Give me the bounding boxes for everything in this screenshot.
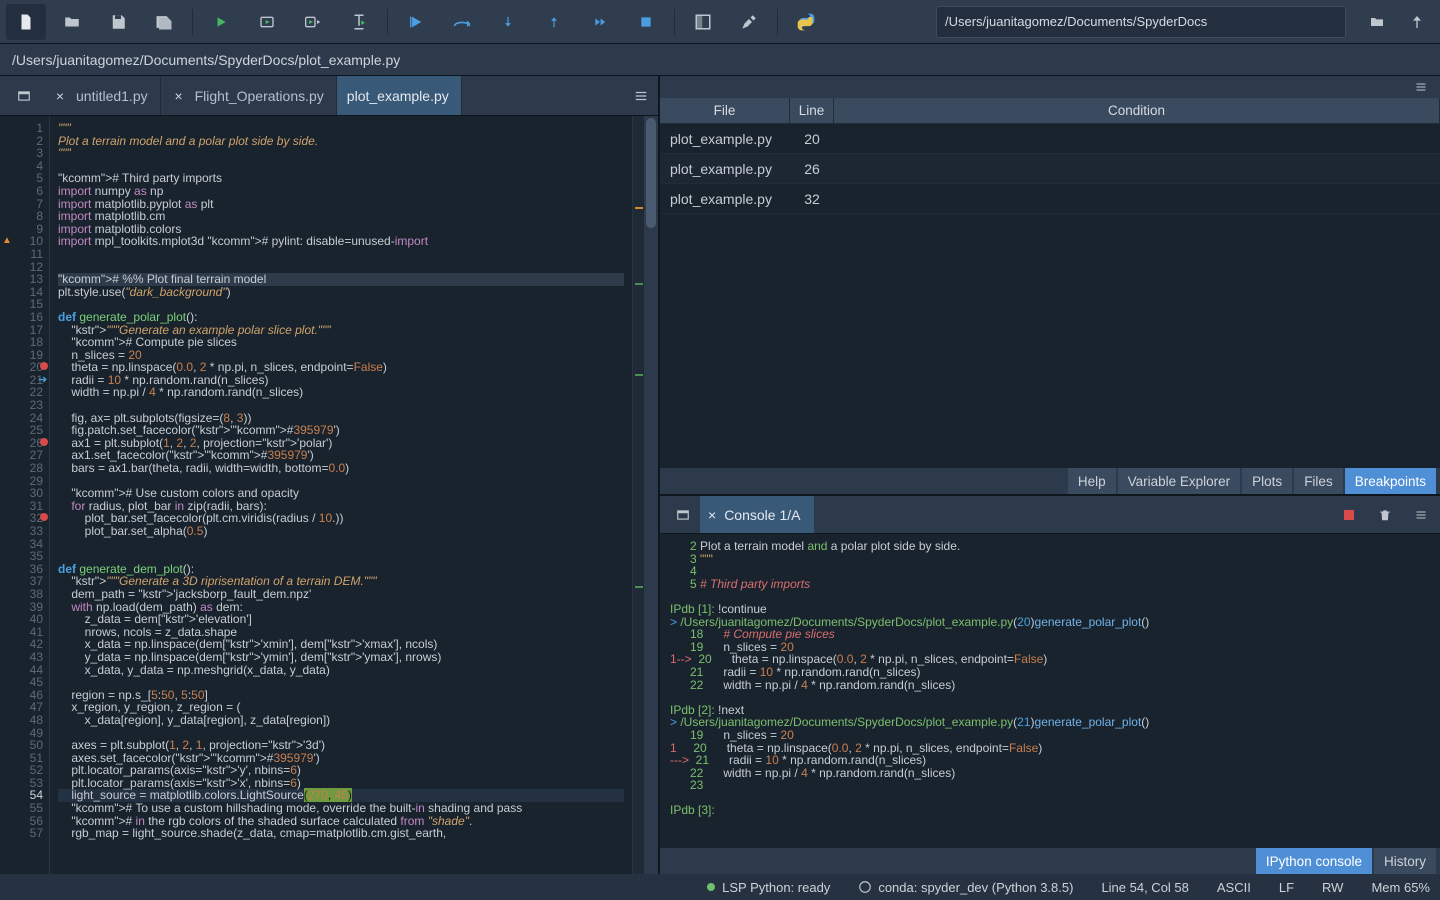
pane-tab[interactable]: Variable Explorer: [1118, 468, 1241, 494]
breakpoints-table: File Line Condition plot_example.py20plo…: [660, 98, 1440, 468]
breakpoints-header: File Line Condition: [660, 98, 1440, 124]
debug-continue-button[interactable]: [580, 4, 620, 40]
python-path-button[interactable]: [786, 4, 826, 40]
bottom-tab[interactable]: IPython console: [1256, 848, 1372, 874]
code-editor[interactable]: 12345678910▲1112131415161718192021➔22232…: [0, 116, 658, 874]
parent-dir-button[interactable]: [1400, 4, 1434, 40]
close-icon[interactable]: ×: [52, 88, 68, 104]
debug-step-over-button[interactable]: [442, 4, 482, 40]
col-condition[interactable]: Condition: [834, 98, 1440, 123]
editor-tablist-icon[interactable]: [6, 76, 42, 115]
layout-button[interactable]: [683, 4, 723, 40]
table-row[interactable]: plot_example.py20: [660, 124, 1440, 154]
console-tabbar: × Console 1/A: [660, 496, 1440, 534]
run-cell-advance-button[interactable]: [293, 4, 333, 40]
status-mem[interactable]: Mem 65%: [1371, 880, 1430, 895]
tab-label: untitled1.py: [76, 88, 148, 104]
console-tab-label: Console 1/A: [724, 507, 800, 523]
status-rw[interactable]: RW: [1322, 880, 1343, 895]
tab-label: Flight_Operations.py: [195, 88, 324, 104]
status-lsp[interactable]: LSP Python: ready: [706, 880, 830, 895]
pane-tab[interactable]: Files: [1294, 468, 1343, 494]
status-cursor-pos[interactable]: Line 54, Col 58: [1101, 880, 1188, 895]
browse-dir-button[interactable]: [1360, 4, 1394, 40]
code-text[interactable]: """Plot a terrain model and a polar plot…: [50, 116, 632, 874]
overview-ruler[interactable]: [632, 116, 644, 874]
debug-step-in-button[interactable]: [488, 4, 528, 40]
breadcrumb-bar: /Users/juanitagomez/Documents/SpyderDocs…: [0, 44, 1440, 76]
editor-tab[interactable]: plot_example.py: [337, 76, 462, 115]
status-encoding[interactable]: ASCII: [1217, 880, 1251, 895]
run-cell-button[interactable]: [247, 4, 287, 40]
editor-tab[interactable]: × Flight_Operations.py: [161, 76, 337, 115]
console-tablist-icon[interactable]: [666, 496, 700, 533]
new-file-button[interactable]: [6, 4, 46, 40]
status-conda[interactable]: conda: spyder_dev (Python 3.8.5): [858, 880, 1073, 895]
pane-tab[interactable]: Plots: [1242, 468, 1292, 494]
stop-kernel-button[interactable]: [1340, 506, 1358, 524]
pane-tab[interactable]: Help: [1068, 468, 1116, 494]
close-icon[interactable]: ×: [708, 507, 716, 523]
working-dir-combo[interactable]: /Users/juanitagomez/Documents/SpyderDocs: [936, 6, 1346, 38]
preferences-button[interactable]: [729, 4, 769, 40]
debug-stop-button[interactable]: [626, 4, 666, 40]
editor-panel: × untitled1.py × Flight_Operations.py plot_e…: [0, 76, 660, 874]
editor-tab[interactable]: × untitled1.py: [42, 76, 161, 115]
tab-label: plot_example.py: [347, 88, 449, 104]
run-selection-button[interactable]: [339, 4, 379, 40]
debug-button[interactable]: [396, 4, 436, 40]
save-all-button[interactable]: [144, 4, 184, 40]
open-file-button[interactable]: [52, 4, 92, 40]
run-button[interactable]: [201, 4, 241, 40]
status-bar: LSP Python: ready conda: spyder_dev (Pyt…: [0, 874, 1440, 900]
right-pane-tabs: HelpVariable ExplorerPlotsFilesBreakpoin…: [660, 468, 1440, 494]
table-row[interactable]: plot_example.py26: [660, 154, 1440, 184]
console-tab[interactable]: × Console 1/A: [700, 496, 814, 533]
pane-tab[interactable]: Breakpoints: [1345, 468, 1436, 494]
bottom-tab[interactable]: History: [1374, 848, 1436, 874]
main-toolbar: /Users/juanitagomez/Documents/SpyderDocs: [0, 0, 1440, 44]
console-menu-button[interactable]: [1412, 506, 1430, 524]
breakpoints-pane-menu[interactable]: [1410, 81, 1432, 93]
console-output[interactable]: 2 Plot a terrain model and a polar plot …: [660, 534, 1440, 848]
clear-console-button[interactable]: [1376, 506, 1394, 524]
breadcrumb-path: /Users/juanitagomez/Documents/SpyderDocs…: [12, 52, 400, 68]
working-dir-text: /Users/juanitagomez/Documents/SpyderDocs: [945, 14, 1207, 29]
line-gutter[interactable]: 12345678910▲1112131415161718192021➔22232…: [0, 116, 50, 874]
editor-scrollbar[interactable]: [644, 116, 658, 874]
close-icon[interactable]: ×: [171, 88, 187, 104]
col-file[interactable]: File: [660, 98, 790, 123]
table-row[interactable]: plot_example.py32: [660, 184, 1440, 214]
editor-tabbar: × untitled1.py × Flight_Operations.py plot_e…: [0, 76, 658, 116]
status-eol[interactable]: LF: [1279, 880, 1294, 895]
col-line[interactable]: Line: [790, 98, 834, 123]
console-pane-tabs: IPython consoleHistory: [660, 848, 1440, 874]
debug-step-out-button[interactable]: [534, 4, 574, 40]
scrollbar-thumb[interactable]: [646, 118, 656, 228]
editor-tab-menu-button[interactable]: [624, 76, 658, 115]
save-button[interactable]: [98, 4, 138, 40]
